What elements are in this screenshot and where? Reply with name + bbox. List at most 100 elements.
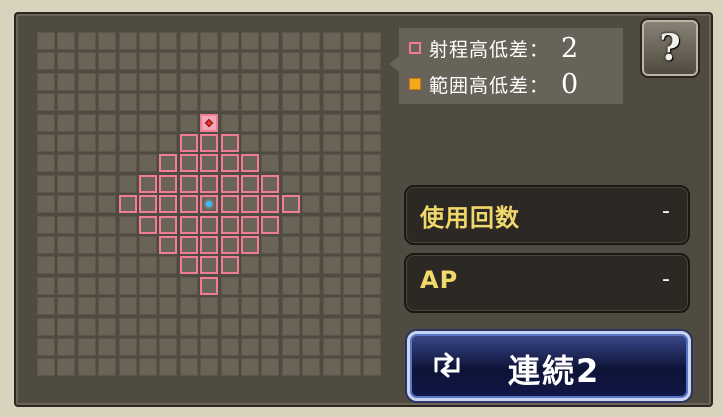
grid-cell xyxy=(343,277,361,295)
grid-cell xyxy=(282,277,300,295)
range-cell xyxy=(200,277,218,295)
grid-cell xyxy=(159,52,177,70)
area-height-row: 範囲高低差： 0 xyxy=(409,69,578,100)
grid-cell xyxy=(98,338,116,356)
grid-cell xyxy=(343,216,361,234)
grid-cell xyxy=(37,195,55,213)
grid-cell xyxy=(98,318,116,336)
grid-cell xyxy=(57,256,75,274)
grid-cell xyxy=(57,236,75,254)
grid-cell xyxy=(261,338,279,356)
grid-cell xyxy=(323,216,341,234)
grid-cell xyxy=(119,358,137,376)
grid-cell xyxy=(78,338,96,356)
grid-cell xyxy=(139,338,157,356)
grid-cell xyxy=(139,134,157,152)
grid-cell xyxy=(221,52,239,70)
grid-cell xyxy=(37,52,55,70)
grid-cell xyxy=(282,216,300,234)
grid-cell xyxy=(343,154,361,172)
range-cell xyxy=(221,216,239,234)
grid-cell xyxy=(302,195,320,213)
grid-cell xyxy=(282,93,300,111)
grid-cell xyxy=(159,93,177,111)
grid-cell xyxy=(57,195,75,213)
grid-cell xyxy=(302,154,320,172)
grid-cell xyxy=(159,256,177,274)
grid-cell xyxy=(302,358,320,376)
grid-cell xyxy=(57,73,75,91)
grid-cell xyxy=(159,318,177,336)
grid-cell xyxy=(200,32,218,50)
grid-cell xyxy=(180,93,198,111)
uses-label: 使用回数 xyxy=(420,204,520,232)
grid-cell xyxy=(343,175,361,193)
grid-cell xyxy=(363,216,381,234)
grid-cell xyxy=(139,358,157,376)
help-button[interactable]: ? xyxy=(640,18,700,78)
grid-cell xyxy=(282,73,300,91)
grid-cell xyxy=(78,256,96,274)
grid-cell xyxy=(78,154,96,172)
uses-value: - xyxy=(662,199,670,224)
grid-cell xyxy=(78,52,96,70)
grid-cell xyxy=(343,73,361,91)
grid-cell xyxy=(261,256,279,274)
range-cell xyxy=(261,175,279,193)
range-cell xyxy=(200,134,218,152)
grid-cell xyxy=(139,154,157,172)
grid-cell xyxy=(282,32,300,50)
grid-cell xyxy=(200,297,218,315)
grid-cell xyxy=(241,297,259,315)
grid-cell xyxy=(363,236,381,254)
grid-cell xyxy=(221,338,239,356)
grid-cell xyxy=(261,318,279,336)
range-cell xyxy=(180,236,198,254)
grid-cell xyxy=(37,175,55,193)
grid-cell xyxy=(78,358,96,376)
grid-cell xyxy=(343,338,361,356)
grid-cell xyxy=(37,134,55,152)
grid-cell xyxy=(323,297,341,315)
range-cell xyxy=(221,236,239,254)
range-cell xyxy=(241,216,259,234)
grid-cell xyxy=(119,318,137,336)
range-height-label: 射程高低差： xyxy=(429,38,550,61)
grid-cell xyxy=(57,277,75,295)
range-cell xyxy=(119,195,137,213)
grid-cell xyxy=(302,318,320,336)
grid-cell xyxy=(98,277,116,295)
grid-cell xyxy=(323,73,341,91)
grid-cell xyxy=(363,134,381,152)
area-swatch xyxy=(409,78,421,90)
grid-cell xyxy=(119,216,137,234)
range-cell xyxy=(282,195,300,213)
grid-cell xyxy=(37,358,55,376)
grid-cell xyxy=(323,32,341,50)
grid-cell xyxy=(241,256,259,274)
combo-button[interactable]: 連続2 xyxy=(407,331,691,401)
grid-cell xyxy=(57,297,75,315)
grid-cell xyxy=(302,52,320,70)
grid-cell xyxy=(139,32,157,50)
grid-cell xyxy=(180,52,198,70)
grid-cell xyxy=(323,358,341,376)
question-mark-icon: ? xyxy=(659,27,681,69)
grid-cell xyxy=(78,277,96,295)
grid-cell xyxy=(98,175,116,193)
grid-cell xyxy=(343,134,361,152)
grid-cell xyxy=(302,175,320,193)
caster-cell xyxy=(200,195,218,213)
grid-cell xyxy=(37,32,55,50)
range-cell xyxy=(221,154,239,172)
grid-cell xyxy=(363,277,381,295)
grid-cell xyxy=(119,52,137,70)
grid-cell xyxy=(119,297,137,315)
grid-cell xyxy=(261,73,279,91)
grid-cell xyxy=(323,236,341,254)
grid-cell xyxy=(180,358,198,376)
grid-cell xyxy=(78,93,96,111)
grid-cell xyxy=(98,216,116,234)
grid-cell xyxy=(57,134,75,152)
grid-cell xyxy=(78,134,96,152)
